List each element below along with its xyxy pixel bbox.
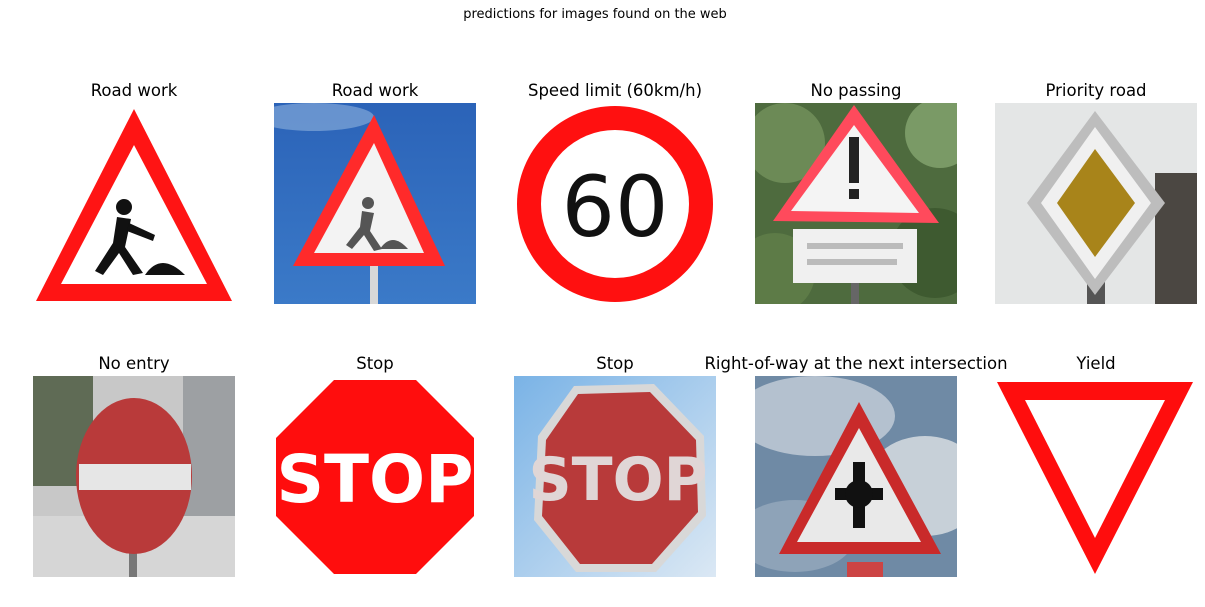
priority-road-sign-photo (995, 103, 1197, 304)
warning-sign-photo (755, 103, 957, 304)
no-entry-sign-photo (33, 376, 235, 577)
stop-sign-image: STOP (274, 376, 476, 577)
panel-title: Yield (1076, 354, 1116, 373)
road-work-sign-photo (274, 103, 476, 304)
stop-sign-text: STOP (528, 445, 707, 515)
figure-suptitle: predictions for images found on the web (463, 7, 727, 22)
speed-limit-sign-image: 60 (514, 103, 716, 304)
right-of-way-sign-photo (755, 376, 957, 577)
panel-title: Priority road (1045, 81, 1147, 100)
yield-sign-image (995, 376, 1197, 577)
stop-sign-text: STOP (276, 441, 473, 518)
stop-sign-photo: STOP (514, 376, 716, 577)
road-work-sign-image (33, 103, 235, 304)
speed-limit-value: 60 (562, 158, 669, 256)
